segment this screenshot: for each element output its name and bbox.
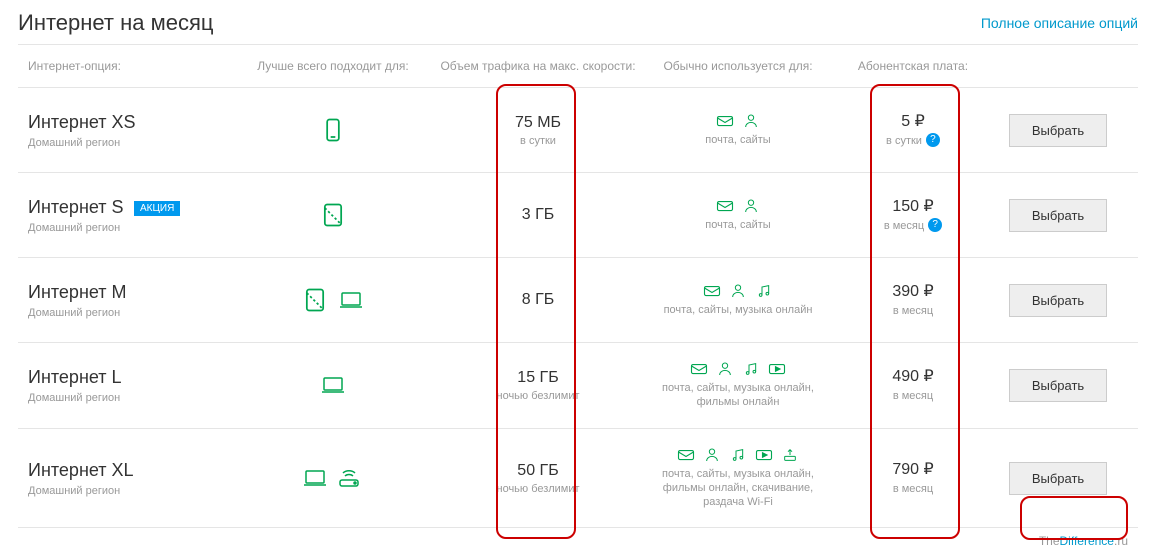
plan-name: Интернет XS — [28, 112, 136, 133]
person-icon — [716, 361, 734, 377]
plan-region: Домашний регион — [28, 307, 228, 319]
music-icon — [729, 447, 747, 463]
usage-text: почта, сайты, музыка онлайн, фильмы онла… — [648, 381, 828, 410]
page-title: Интернет на месяц — [18, 10, 213, 36]
select-button[interactable]: Выбрать — [1009, 369, 1107, 402]
price-value: 390 ₽ — [838, 281, 988, 301]
usage-text: почта, сайты, музыка онлайн, фильмы онла… — [648, 467, 828, 510]
person-icon — [742, 198, 760, 214]
traffic-value: 3 ГБ — [438, 206, 638, 224]
info-icon[interactable]: ? — [926, 133, 940, 147]
price-value: 490 ₽ — [838, 366, 988, 386]
plan-region: Домашний регион — [28, 485, 228, 497]
price-period: в месяц — [884, 220, 924, 232]
usage-text: почта, сайты — [648, 133, 828, 147]
mail-icon — [690, 361, 708, 377]
table-row: Интернет S АКЦИЯ Домашний регион 3 ГБ по… — [18, 173, 1138, 258]
traffic-value: 8 ГБ — [438, 291, 638, 309]
mail-icon — [703, 283, 721, 299]
laptop-icon — [319, 371, 347, 399]
promo-badge: АКЦИЯ — [134, 201, 180, 216]
music-icon — [755, 283, 773, 299]
price-period: в месяц — [893, 305, 933, 317]
select-button[interactable]: Выбрать — [1009, 114, 1107, 147]
router-icon — [337, 464, 365, 492]
table-row: Интернет XS Домашний регион 75 МБ в сутк… — [18, 88, 1138, 173]
usage-text: почта, сайты, музыка онлайн — [648, 303, 828, 317]
tablet-icon — [319, 201, 347, 229]
traffic-period: ночью безлимит — [438, 390, 638, 402]
traffic-value: 50 ГБ — [438, 462, 638, 480]
laptop-icon — [301, 464, 329, 492]
music-icon — [742, 361, 760, 377]
table-row: Интернет M Домашний регион 8 ГБ почта, с… — [18, 258, 1138, 343]
info-icon[interactable]: ? — [928, 218, 942, 232]
col-traffic-header: Объем трафика на макс. скорости: — [440, 59, 635, 73]
mail-icon — [716, 198, 734, 214]
laptop-icon — [337, 286, 365, 314]
select-button[interactable]: Выбрать — [1009, 462, 1107, 495]
col-option-header: Интернет-опция: — [28, 59, 121, 73]
mail-icon — [716, 113, 734, 129]
tablet-icon — [301, 286, 329, 314]
plans-table: Интернет-опция: Лучше всего подходит для… — [18, 44, 1138, 528]
upload-icon — [781, 447, 799, 463]
plan-name: Интернет M — [28, 282, 127, 303]
plan-name: Интернет XL — [28, 460, 134, 481]
usage-text: почта, сайты — [648, 218, 828, 232]
phone-icon — [319, 116, 347, 144]
select-button[interactable]: Выбрать — [1009, 284, 1107, 317]
col-fee-header: Абонентская плата: — [858, 59, 968, 73]
col-best-for-header: Лучше всего подходит для: — [257, 59, 409, 73]
video-icon — [768, 361, 786, 377]
plan-region: Домашний регион — [28, 137, 228, 149]
price-value: 5 ₽ — [838, 111, 988, 131]
footer-attribution: TheDifference.ru — [18, 534, 1138, 548]
traffic-value: 75 МБ — [438, 114, 638, 132]
price-period: в месяц — [893, 483, 933, 495]
price-value: 150 ₽ — [838, 196, 988, 216]
full-description-link[interactable]: Полное описание опций — [981, 15, 1138, 31]
traffic-value: 15 ГБ — [438, 369, 638, 387]
select-button[interactable]: Выбрать — [1009, 199, 1107, 232]
table-row: Интернет XL Домашний регион 50 ГБ ночью … — [18, 429, 1138, 529]
price-period: в месяц — [893, 390, 933, 402]
person-icon — [703, 447, 721, 463]
person-icon — [742, 113, 760, 129]
person-icon — [729, 283, 747, 299]
table-row: Интернет L Домашний регион 15 ГБ ночью б… — [18, 343, 1138, 429]
traffic-period: в сутки — [438, 135, 638, 147]
price-period: в сутки — [886, 135, 922, 147]
plan-region: Домашний регион — [28, 392, 228, 404]
col-usage-header: Обычно используется для: — [663, 59, 812, 73]
mail-icon — [677, 447, 695, 463]
plan-region: Домашний регион — [28, 222, 228, 234]
video-icon — [755, 447, 773, 463]
price-value: 790 ₽ — [838, 459, 988, 479]
plan-name: Интернет L — [28, 367, 122, 388]
plan-name: Интернет S — [28, 197, 124, 218]
traffic-period: ночью безлимит — [438, 483, 638, 495]
